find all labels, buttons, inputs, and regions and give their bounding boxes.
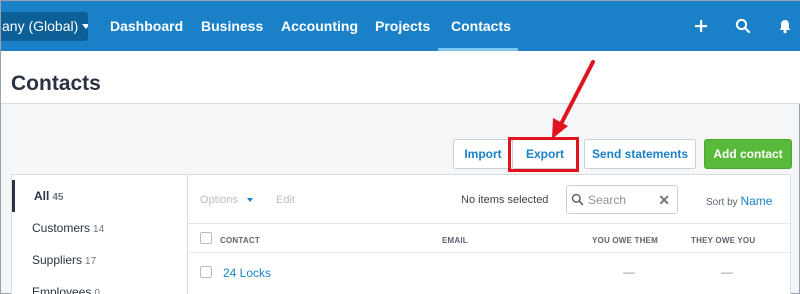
selection-status: No items selected	[461, 194, 549, 206]
annotation-arrow	[552, 60, 595, 139]
contact-name-link[interactable]: 24 Locks	[223, 266, 271, 280]
import-button[interactable]: Import	[453, 139, 513, 169]
sidebar-item-count: 17	[85, 256, 97, 267]
sort-by[interactable]: Sort by Name	[706, 194, 772, 208]
sidebar-item-label: Customers	[32, 221, 91, 235]
nav-accounting[interactable]: Accounting	[281, 1, 358, 51]
contact-groups-sidebar: All 45 Customers 14 Suppliers 17 Employees 0	[12, 175, 188, 294]
row-checkbox[interactable]	[200, 266, 212, 278]
sort-by-value: Name	[740, 194, 773, 208]
search-icon[interactable]	[734, 17, 752, 35]
sidebar-item-employees[interactable]: Employees 0	[12, 276, 187, 294]
caret-down-icon	[246, 198, 253, 202]
edit-button[interactable]: Edit	[276, 194, 295, 206]
sidebar-item-customers[interactable]: Customers 14	[12, 212, 187, 244]
nav-contacts[interactable]: Contacts	[438, 1, 518, 51]
they-owe-you-value: —	[721, 265, 733, 279]
page-title: Contacts	[11, 72, 101, 95]
nav-projects[interactable]: Projects	[375, 1, 430, 51]
page-header: Contacts	[1, 51, 800, 104]
plus-icon[interactable]	[692, 17, 710, 35]
chevron-down-icon	[82, 24, 88, 29]
add-contact-button[interactable]: Add contact	[704, 139, 792, 169]
sidebar-item-count: 45	[52, 192, 64, 203]
sidebar-item-label: Employees	[32, 285, 92, 294]
select-all-checkbox[interactable]	[200, 232, 212, 244]
top-nav-bar: any (Global) Dashboard Business Accounti…	[1, 1, 800, 51]
organisation-switcher[interactable]: any (Global)	[1, 12, 88, 41]
nav-dashboard[interactable]: Dashboard	[110, 1, 183, 51]
send-statements-button[interactable]: Send statements	[584, 139, 696, 169]
search-icon	[571, 193, 584, 206]
sidebar-item-count: 14	[93, 224, 105, 235]
bell-icon[interactable]	[776, 17, 794, 35]
column-header-email[interactable]: EMAIL	[442, 236, 468, 245]
sidebar-item-count: 0	[94, 288, 100, 294]
table-row[interactable]: 24 Locks — —	[188, 253, 792, 293]
you-owe-them-value: —	[623, 265, 635, 279]
search-placeholder: Search	[588, 193, 627, 207]
sidebar-item-suppliers[interactable]: Suppliers 17	[12, 244, 187, 276]
column-header-contact[interactable]: CONTACT	[220, 236, 260, 245]
export-highlight-box	[508, 137, 579, 172]
column-header-you-owe-them[interactable]: YOU OWE THEM	[592, 236, 658, 245]
divider	[188, 223, 792, 224]
sidebar-item-all[interactable]: All 45	[12, 180, 187, 212]
search-input[interactable]: Search ✕	[566, 185, 678, 214]
clear-search-icon[interactable]: ✕	[658, 192, 670, 209]
nav-business[interactable]: Business	[201, 1, 263, 51]
options-dropdown[interactable]: Options	[200, 194, 253, 206]
options-label: Options	[200, 194, 238, 206]
sort-by-label: Sort by	[706, 197, 738, 208]
sidebar-item-label: Suppliers	[32, 253, 83, 267]
contacts-panel: All 45 Customers 14 Suppliers 17 Employees 0…	[11, 174, 792, 294]
organisation-name: any (Global)	[2, 18, 79, 34]
sidebar-item-label: All	[34, 189, 50, 203]
column-header-they-owe-you[interactable]: THEY OWE YOU	[691, 236, 755, 245]
